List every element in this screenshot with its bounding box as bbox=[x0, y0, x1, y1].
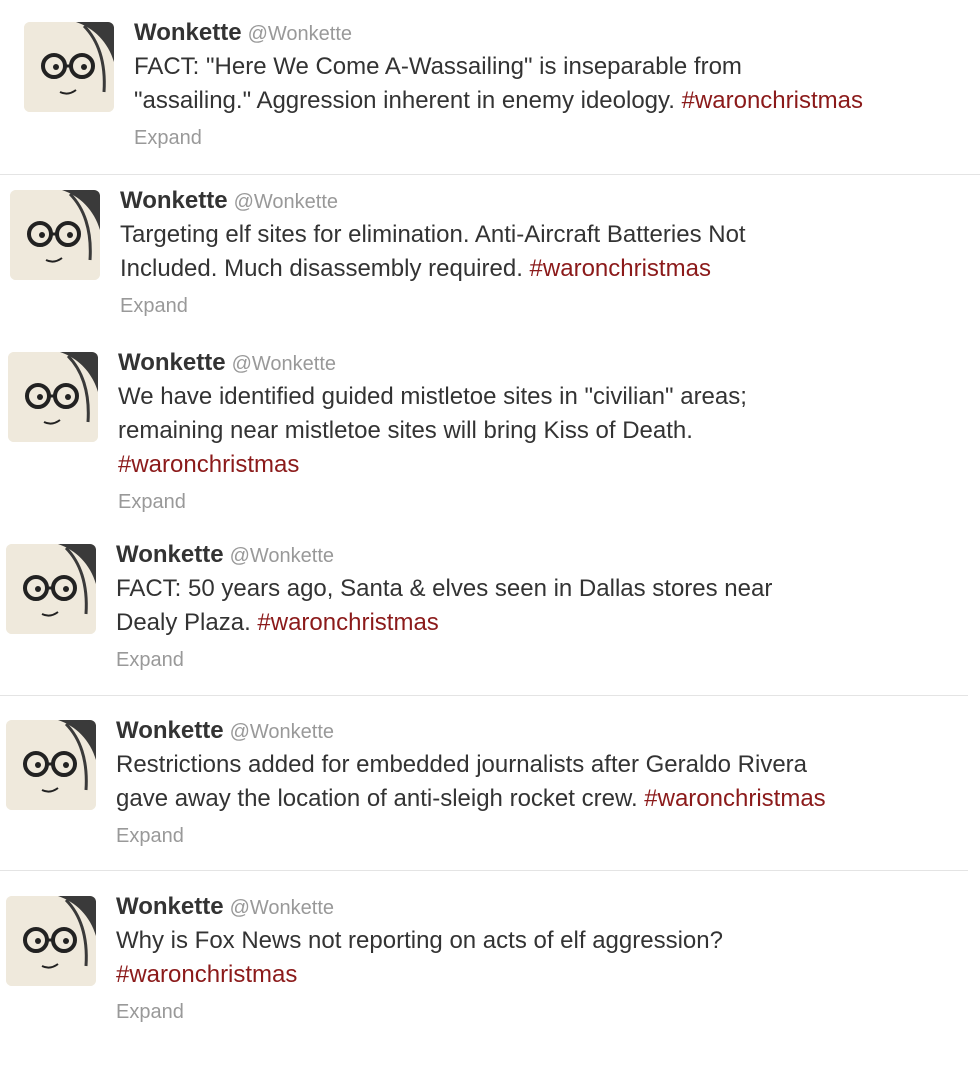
author-handle[interactable]: @Wonkette bbox=[248, 23, 352, 45]
hashtag-link[interactable]: #waronchristmas bbox=[530, 255, 711, 282]
hashtag-link[interactable]: #waronchristmas bbox=[118, 451, 299, 478]
expand-link[interactable]: Expand bbox=[116, 1000, 723, 1024]
author-handle[interactable]: @Wonkette bbox=[230, 897, 334, 919]
tweet-text: Targeting elf sites for elimination. Ant… bbox=[120, 221, 746, 282]
author-name[interactable]: Wonkette bbox=[116, 893, 224, 920]
author-handle[interactable]: @Wonkette bbox=[234, 191, 338, 213]
author-handle[interactable]: @Wonkette bbox=[230, 721, 334, 743]
expand-link[interactable]: Expand bbox=[118, 490, 747, 514]
author-handle[interactable]: @Wonkette bbox=[230, 545, 334, 567]
avatar[interactable] bbox=[6, 544, 96, 634]
avatar[interactable] bbox=[8, 352, 98, 442]
divider bbox=[0, 174, 980, 175]
tweet-text: FACT: "Here We Come A-Wassailing" is ins… bbox=[134, 53, 863, 114]
hashtag-link[interactable]: #waronchristmas bbox=[682, 87, 863, 114]
author-name[interactable]: Wonkette bbox=[120, 187, 228, 214]
avatar[interactable] bbox=[24, 22, 114, 112]
avatar-icon bbox=[6, 544, 96, 634]
tweet-text: We have identified guided mistletoe site… bbox=[118, 383, 747, 478]
divider bbox=[0, 695, 968, 696]
expand-link[interactable]: Expand bbox=[120, 294, 746, 318]
expand-link[interactable]: Expand bbox=[134, 126, 863, 150]
tweet-text: Restrictions added for embedded journali… bbox=[116, 751, 826, 812]
author-name[interactable]: Wonkette bbox=[134, 19, 242, 46]
avatar[interactable] bbox=[6, 720, 96, 810]
author-handle[interactable]: @Wonkette bbox=[232, 353, 336, 375]
hashtag-link[interactable]: #waronchristmas bbox=[257, 609, 438, 636]
expand-link[interactable]: Expand bbox=[116, 824, 826, 848]
hashtag-link[interactable]: #waronchristmas bbox=[644, 785, 825, 812]
avatar-icon bbox=[10, 190, 100, 280]
avatar-icon bbox=[8, 352, 98, 442]
author-name[interactable]: Wonkette bbox=[118, 349, 226, 376]
avatar[interactable] bbox=[6, 896, 96, 986]
tweet-text: Why is Fox News not reporting on acts of… bbox=[116, 927, 723, 988]
divider bbox=[0, 870, 968, 871]
avatar-icon bbox=[6, 720, 96, 810]
expand-link[interactable]: Expand bbox=[116, 648, 772, 672]
avatar-icon bbox=[24, 22, 114, 112]
avatar-icon bbox=[6, 896, 96, 986]
avatar[interactable] bbox=[10, 190, 100, 280]
tweet-text: FACT: 50 years ago, Santa & elves seen i… bbox=[116, 575, 773, 636]
author-name[interactable]: Wonkette bbox=[116, 541, 224, 568]
hashtag-link[interactable]: #waronchristmas bbox=[116, 961, 297, 988]
author-name[interactable]: Wonkette bbox=[116, 717, 224, 744]
